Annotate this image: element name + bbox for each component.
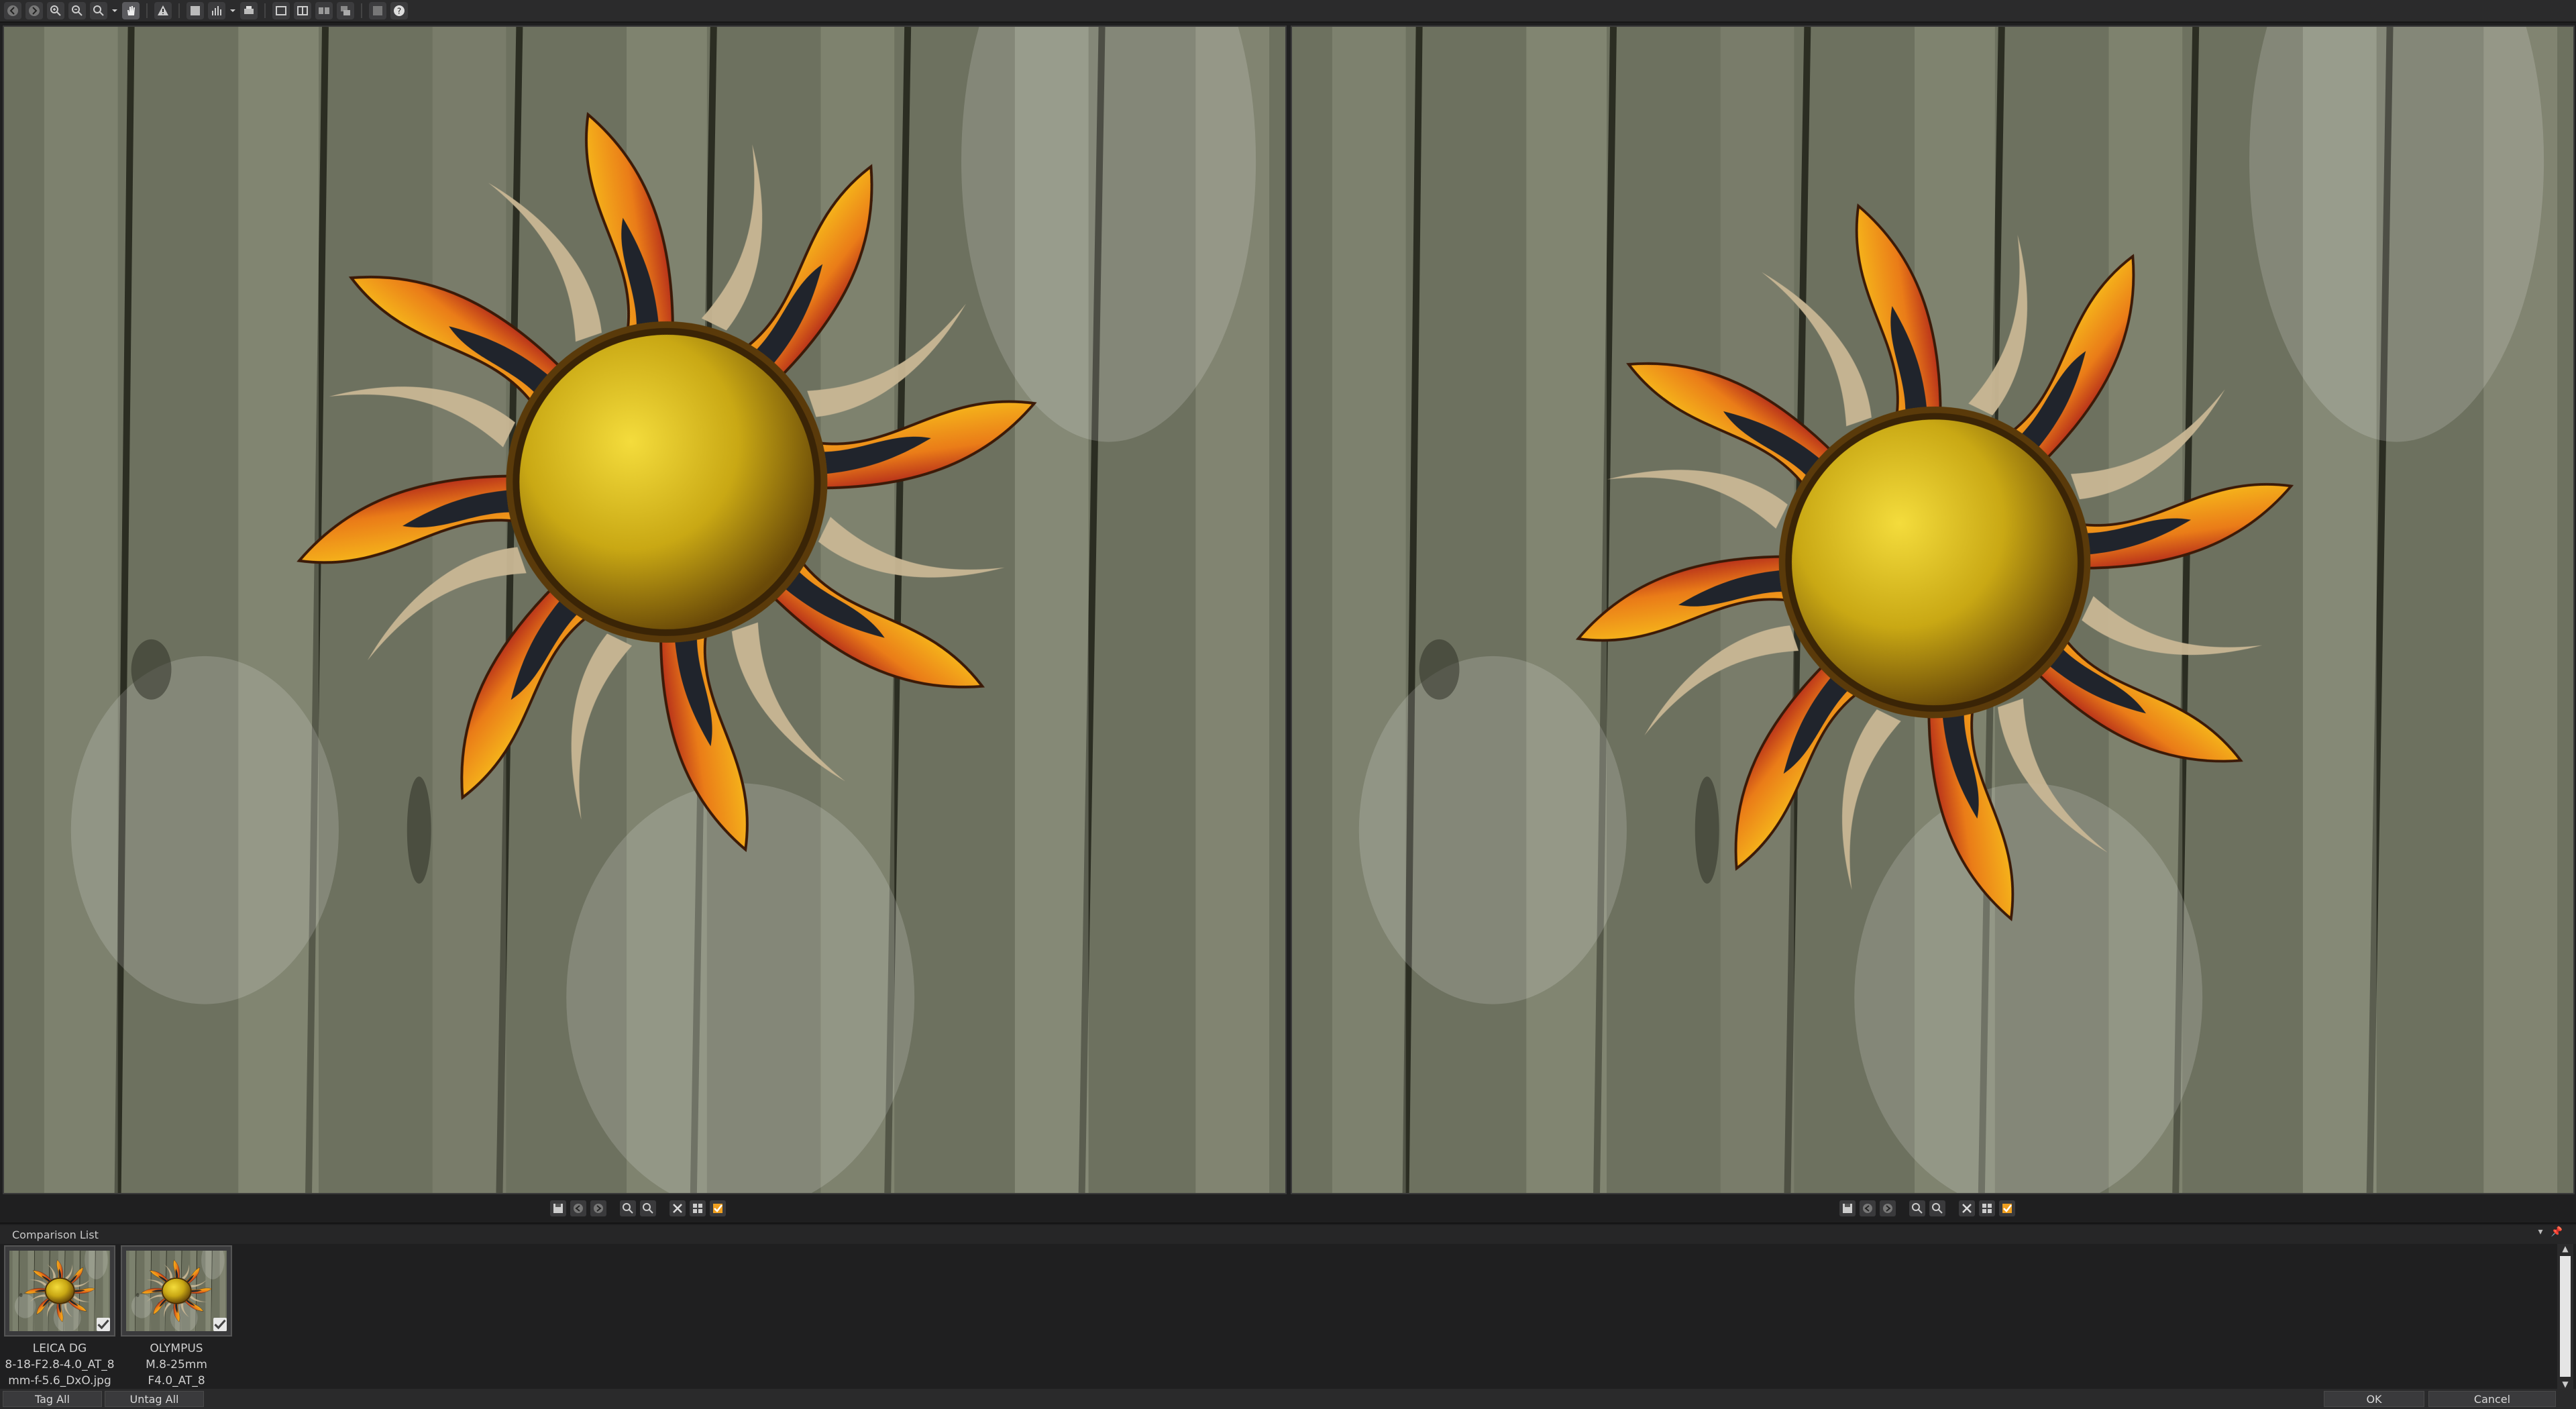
toolbar-separator xyxy=(264,3,266,18)
grid-icon[interactable] xyxy=(690,1200,706,1216)
toolbar-separator xyxy=(361,3,362,18)
next-icon[interactable] xyxy=(1880,1200,1896,1216)
scrollbar-thumb[interactable] xyxy=(2560,1256,2571,1377)
pin-icon[interactable]: 📌 xyxy=(2551,1227,2563,1237)
caption-line: 8-18-F2.8-4.0_AT_8 xyxy=(5,1358,115,1371)
thumbnail-image xyxy=(126,1251,227,1331)
scroll-up-icon[interactable]: ▲ xyxy=(2562,1244,2568,1253)
view-stack-icon[interactable] xyxy=(337,2,354,19)
chevron-down-icon[interactable] xyxy=(229,2,236,19)
toolbar-separator xyxy=(178,3,180,18)
histogram-icon[interactable] xyxy=(208,2,225,19)
previous-icon[interactable] xyxy=(1860,1200,1876,1216)
comparison-thumbnails: LEICA DG 8-18-F2.8-4.0_AT_8 mm-f-5.6_DxO… xyxy=(4,1245,232,1389)
tag-check-icon[interactable] xyxy=(710,1200,726,1216)
back-icon[interactable] xyxy=(4,2,21,19)
view-side-icon[interactable] xyxy=(315,2,333,19)
scroll-down-icon[interactable]: ▼ xyxy=(2562,1379,2568,1389)
caption-line: OLYMPUS xyxy=(150,1342,203,1355)
ok-button[interactable]: OK xyxy=(2324,1391,2424,1407)
previous-icon[interactable] xyxy=(570,1200,586,1216)
svg-text:?: ? xyxy=(397,7,401,16)
caption-line: LEICA DG xyxy=(32,1342,87,1355)
tag-all-button[interactable]: Tag All xyxy=(3,1391,102,1407)
toolbar-separator xyxy=(146,3,148,18)
untag-all-button[interactable]: Untag All xyxy=(105,1391,204,1407)
cancel-button[interactable]: Cancel xyxy=(2428,1391,2556,1407)
grid-icon[interactable] xyxy=(1979,1200,1995,1216)
caption-line: M.8-25mm xyxy=(146,1358,207,1371)
hand-tool-icon[interactable] xyxy=(122,2,140,19)
zoom-out-icon[interactable] xyxy=(640,1200,656,1216)
zoom-fit-icon[interactable] xyxy=(90,2,107,19)
left-pane-toolbar xyxy=(550,1198,726,1218)
thumbnail[interactable] xyxy=(4,1245,115,1337)
checkmark-icon[interactable] xyxy=(213,1318,227,1331)
comparison-list-title: Comparison List xyxy=(12,1228,99,1241)
next-icon[interactable] xyxy=(590,1200,606,1216)
save-icon[interactable] xyxy=(550,1200,566,1216)
close-icon[interactable] xyxy=(669,1200,686,1216)
list-item[interactable]: LEICA DG 8-18-F2.8-4.0_AT_8 mm-f-5.6_DxO… xyxy=(4,1245,115,1389)
compare-icon[interactable] xyxy=(186,2,204,19)
vertical-scrollbar[interactable]: ▲ ▼ xyxy=(2557,1244,2573,1389)
warning-icon[interactable] xyxy=(154,2,172,19)
main-toolbar: ? xyxy=(0,0,2576,23)
caption-line: F4.0_AT_8 xyxy=(148,1374,205,1388)
zoom-in-icon[interactable] xyxy=(620,1200,636,1216)
zoom-out-icon[interactable] xyxy=(1929,1200,1945,1216)
view-single-icon[interactable] xyxy=(272,2,290,19)
view-split-icon[interactable] xyxy=(294,2,311,19)
image-pane-left[interactable] xyxy=(3,25,1287,1194)
thumbnail[interactable] xyxy=(121,1245,232,1337)
chevron-down-icon[interactable] xyxy=(111,2,118,19)
image-pane-right[interactable] xyxy=(1291,25,2575,1194)
thumbnail-caption: LEICA DG 8-18-F2.8-4.0_AT_8 mm-f-5.6_DxO… xyxy=(4,1341,115,1389)
comparison-list-header: Comparison List xyxy=(0,1225,2576,1244)
list-item[interactable]: OLYMPUS M.8-25mm F4.0_AT_8 xyxy=(121,1245,232,1389)
thumbnail-image xyxy=(9,1251,110,1331)
panel-divider xyxy=(0,1222,2576,1224)
forward-icon[interactable] xyxy=(25,2,43,19)
print-icon[interactable] xyxy=(240,2,258,19)
photo-sun-sculpture xyxy=(4,27,1285,1193)
zoom-in-icon[interactable] xyxy=(1909,1200,1925,1216)
caption-line: mm-f-5.6_DxO.jpg xyxy=(8,1374,111,1388)
comparison-list-controls: ▾ 📌 xyxy=(2538,1227,2563,1237)
chevron-down-icon[interactable]: ▾ xyxy=(2538,1227,2543,1237)
save-icon[interactable] xyxy=(1839,1200,1856,1216)
bottom-bar: Tag All Untag All OK Cancel xyxy=(0,1389,2576,1409)
zoom-in-icon[interactable] xyxy=(47,2,64,19)
close-icon[interactable] xyxy=(1959,1200,1975,1216)
fullscreen-icon[interactable] xyxy=(369,2,386,19)
photo-sun-sculpture xyxy=(1292,27,2573,1193)
thumbnail-caption: OLYMPUS M.8-25mm F4.0_AT_8 xyxy=(121,1341,232,1389)
zoom-out-icon[interactable] xyxy=(68,2,86,19)
help-icon[interactable]: ? xyxy=(390,2,408,19)
tag-check-icon[interactable] xyxy=(1999,1200,2015,1216)
checkmark-icon[interactable] xyxy=(97,1318,110,1331)
right-pane-toolbar xyxy=(1839,1198,2015,1218)
